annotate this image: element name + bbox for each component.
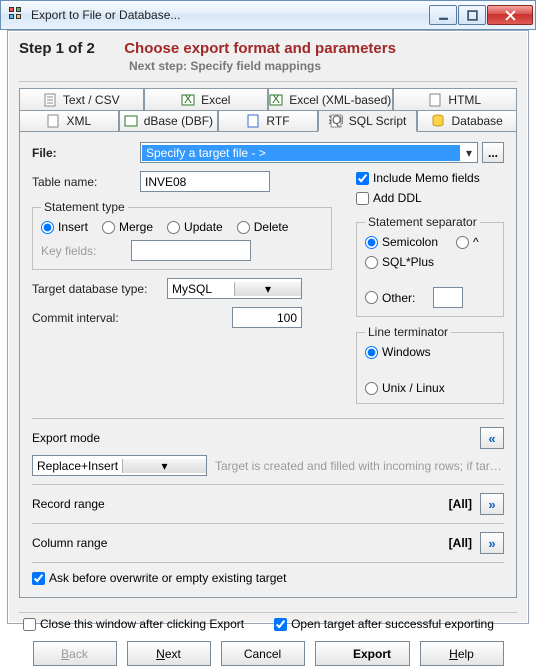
- tab-excel[interactable]: XExcel: [144, 88, 269, 110]
- close-after-checkbox[interactable]: Close this window after clicking Export: [23, 617, 244, 631]
- maximize-button[interactable]: [458, 5, 486, 25]
- file-label: File:: [32, 146, 140, 160]
- html-icon: [428, 93, 442, 107]
- export-mode-desc: Target is created and filled with incomi…: [215, 459, 504, 473]
- sep-other-input[interactable]: [433, 287, 463, 308]
- keyfields-label: Key fields:: [41, 244, 131, 258]
- record-range-label: Record range: [32, 497, 132, 511]
- sql-icon: SQL: [329, 114, 343, 128]
- rtf-icon: [246, 114, 260, 128]
- export-icon: [333, 647, 347, 661]
- column-range-label: Column range: [32, 536, 132, 550]
- tab-sql-script[interactable]: SQLSQL Script: [318, 110, 418, 132]
- column-range-value: [All]: [449, 536, 472, 550]
- lt-unix-radio[interactable]: Unix / Linux: [365, 381, 445, 395]
- sep-caret-radio[interactable]: ^: [456, 235, 479, 249]
- back-button[interactable]: Back: [33, 641, 117, 666]
- record-range-value: [All]: [449, 497, 472, 511]
- close-button[interactable]: [487, 5, 533, 25]
- chevron-down-icon: ▾: [461, 146, 477, 160]
- chevron-down-icon: ▾: [234, 282, 301, 296]
- export-mode-label: Export mode: [32, 431, 132, 445]
- tab-html[interactable]: HTML: [393, 88, 518, 110]
- tab-xml[interactable]: XML: [19, 110, 119, 132]
- next-button[interactable]: Next: [127, 641, 211, 666]
- step-subtitle: Next step: Specify field mappings: [129, 59, 517, 73]
- record-range-button[interactable]: »: [480, 493, 504, 515]
- xml-icon: [46, 114, 60, 128]
- open-target-checkbox[interactable]: Open target after successful exporting: [274, 617, 494, 631]
- dbase-icon: [124, 114, 138, 128]
- commit-input[interactable]: [232, 307, 302, 328]
- app-icon: [9, 7, 25, 23]
- step-label: Step 1 of 2: [19, 40, 95, 57]
- statement-separator-legend: Statement separator: [365, 215, 480, 229]
- statement-type-legend: Statement type: [41, 200, 128, 214]
- line-terminator-legend: Line terminator: [365, 325, 451, 339]
- help-button[interactable]: Help: [420, 641, 504, 666]
- step-title: Choose export format and parameters: [124, 40, 396, 57]
- excel-icon: X: [181, 93, 195, 107]
- stmt-update-radio[interactable]: Update: [167, 220, 223, 234]
- file-selected: Specify a target file - >: [142, 145, 460, 161]
- svg-text:SQL: SQL: [329, 114, 343, 127]
- titlebar: Export to File or Database...: [0, 0, 536, 30]
- stmt-delete-radio[interactable]: Delete: [237, 220, 289, 234]
- file-combo[interactable]: Specify a target file - > ▾: [140, 142, 478, 163]
- separator: [19, 612, 517, 613]
- export-mode-collapse-button[interactable]: «: [480, 427, 504, 449]
- statement-separator-group: Statement separator Semicolon ^ SQL*Plus…: [356, 215, 504, 317]
- include-memo-checkbox[interactable]: Include Memo fields: [356, 171, 504, 185]
- tab-excel-xml[interactable]: XExcel (XML-based): [268, 88, 393, 110]
- svg-text:X: X: [272, 93, 280, 106]
- minimize-button[interactable]: [429, 5, 457, 25]
- file-icon: [43, 93, 57, 107]
- targetdb-label: Target database type:: [32, 282, 167, 296]
- add-ddl-checkbox[interactable]: Add DDL: [356, 191, 504, 205]
- targetdb-select[interactable]: MySQL▾: [167, 278, 302, 299]
- tab-database[interactable]: Database: [417, 110, 517, 132]
- tab-text-csv[interactable]: Text / CSV: [19, 88, 144, 110]
- tablename-label: Table name:: [32, 175, 140, 189]
- database-icon: [431, 114, 445, 128]
- excel-icon: X: [269, 93, 283, 107]
- window-title: Export to File or Database...: [31, 8, 429, 22]
- sep-semicolon-radio[interactable]: Semicolon: [365, 235, 438, 249]
- stmt-insert-radio[interactable]: Insert: [41, 220, 88, 234]
- sep-other-radio[interactable]: Other:: [365, 291, 415, 305]
- keyfields-input[interactable]: [131, 240, 251, 261]
- export-mode-select[interactable]: Replace+Insert▾: [32, 455, 207, 476]
- line-terminator-group: Line terminator Windows Unix / Linux: [356, 325, 504, 404]
- browse-button[interactable]: ...: [482, 142, 504, 163]
- wizard-header: Step 1 of 2 Choose export format and par…: [19, 40, 517, 73]
- ask-overwrite-checkbox[interactable]: Ask before overwrite or empty existing t…: [32, 571, 504, 585]
- options-panel: File: Specify a target file - > ▾ ... Ta…: [19, 132, 517, 598]
- tablename-input[interactable]: [140, 171, 270, 192]
- sep-sqlplus-radio[interactable]: SQL*Plus: [365, 255, 434, 269]
- lt-windows-radio[interactable]: Windows: [365, 345, 431, 359]
- export-button[interactable]: Export: [315, 641, 410, 666]
- tab-dbase[interactable]: dBase (DBF): [119, 110, 219, 132]
- chevron-down-icon: ▾: [122, 459, 206, 473]
- separator: [19, 81, 517, 82]
- stmt-merge-radio[interactable]: Merge: [102, 220, 153, 234]
- format-tabs: Text / CSV XExcel XExcel (XML-based) HTM…: [19, 88, 517, 132]
- cancel-button[interactable]: Cancel: [221, 641, 305, 666]
- svg-text:X: X: [184, 93, 192, 106]
- column-range-button[interactable]: »: [480, 532, 504, 554]
- statement-type-group: Statement type Insert Merge Update Delet…: [32, 200, 332, 270]
- tab-rtf[interactable]: RTF: [218, 110, 318, 132]
- commit-label: Commit interval:: [32, 311, 167, 325]
